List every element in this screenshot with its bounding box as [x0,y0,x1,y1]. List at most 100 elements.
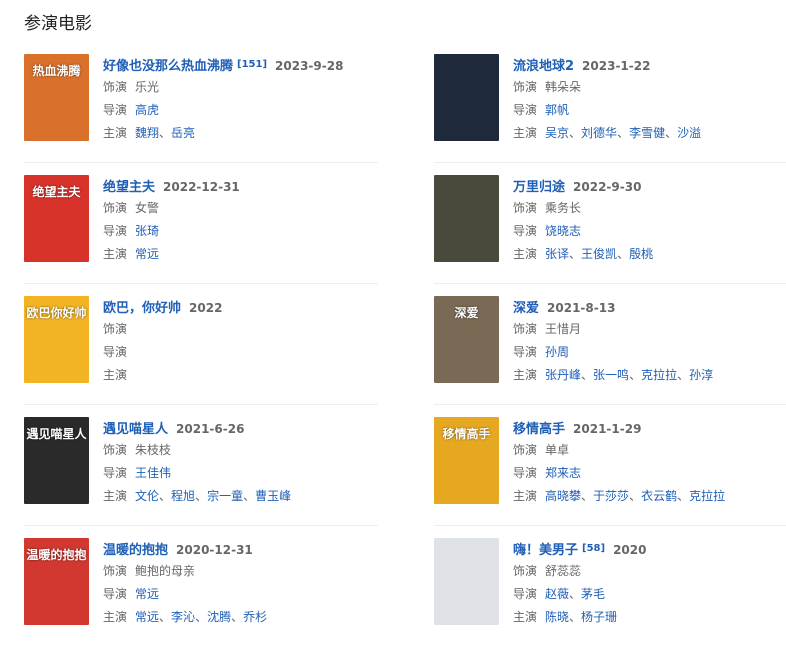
name-separator: 、 [159,489,172,503]
star-link[interactable]: 常远 [135,610,159,624]
star-link[interactable]: 沙溢 [677,126,701,140]
director-row: 导演 郑来志 [513,462,783,485]
star-link[interactable]: 李雪健 [629,126,665,140]
film-poster[interactable]: 热血沸腾 [24,54,89,141]
name-separator: 、 [617,126,630,140]
section-title: 参演电影 [24,14,92,34]
star-link[interactable]: 曹玉峰 [255,489,291,503]
star-link[interactable]: 刘德华 [581,126,617,140]
poster-title-text: 绝望主夫 [32,185,81,199]
star-link[interactable]: 殷桃 [629,247,653,261]
citation-link[interactable]: [151] [237,59,267,70]
star-link[interactable]: 衣云鹤 [641,489,677,503]
name-separator: 、 [195,610,208,624]
star-link[interactable]: 张译 [545,247,569,261]
director-link[interactable]: 张琦 [135,224,159,238]
film-title-link[interactable]: 好像也没那么热血沸腾 [103,59,233,74]
name-separator: 、 [569,587,582,601]
stars-row: 主演 张丹峰、张一鸣、克拉拉、孙淳 [513,364,783,387]
star-link[interactable]: 宗一童 [207,489,243,503]
film-info: 深爱 2021-8-13 饰演 王惜月 导演 孙周 主演 张丹峰、张一鸣、克拉拉、孙淳 [513,296,783,387]
film-title-link[interactable]: 移情高手 [513,422,565,437]
film-title-link[interactable]: 遇见喵星人 [103,422,168,437]
director-label: 导演 [513,587,538,601]
film-title-link[interactable]: 温暖的抱抱 [103,543,168,558]
stars-row: 主演 文伦、程旭、宗一童、曹玉峰 [103,485,373,508]
director-link[interactable]: 郭帆 [545,103,569,117]
director-link[interactable]: 高虎 [135,103,159,117]
film-title-link[interactable]: 流浪地球2 [513,59,574,74]
star-link[interactable]: 沈腾 [207,610,231,624]
stars-label: 主演 [103,368,128,382]
star-link[interactable]: 高晓攀 [545,489,581,503]
star-link[interactable]: 岳亮 [171,126,195,140]
director-label: 导演 [103,345,128,359]
poster-title-text: 热血沸腾 [32,64,81,78]
star-link[interactable]: 王俊凯 [581,247,617,261]
director-link[interactable]: 孙周 [545,345,569,359]
star-link[interactable]: 李沁 [171,610,195,624]
film-title-link[interactable]: 深爱 [513,301,539,316]
star-link[interactable]: 常远 [135,247,159,261]
director-row: 导演 孙周 [513,341,783,364]
director-link[interactable]: 王佳伟 [135,466,171,480]
director-label: 导演 [103,103,128,117]
director-link[interactable]: 赵薇 [545,587,569,601]
film-title-link[interactable]: 绝望主夫 [103,180,155,195]
role-label: 饰演 [103,201,128,215]
director-link[interactable]: 郑来志 [545,466,581,480]
film-card: 万里归途 2022-9-30 饰演 乘务长 导演 饶晓志 主演 张译、王俊凯、殷桃 [434,163,786,283]
film-title-link[interactable]: 万里归途 [513,180,565,195]
star-link[interactable]: 杨子珊 [581,610,617,624]
star-link[interactable]: 文伦 [135,489,159,503]
film-poster[interactable]: 深爱 [434,296,499,383]
name-separator: 、 [569,247,582,261]
citation-link[interactable]: [58] [582,543,605,554]
director-row: 导演 常远 [103,583,373,606]
director-link[interactable]: 饶晓志 [545,224,581,238]
role-row: 饰演 朱枝枝 [103,439,373,462]
film-poster[interactable] [434,54,499,141]
director-link[interactable]: 常远 [135,587,159,601]
star-link[interactable]: 乔杉 [243,610,267,624]
director-label: 导演 [103,587,128,601]
film-release-date: 2021-8-13 [547,301,616,315]
star-link[interactable]: 于莎莎 [593,489,629,503]
star-link[interactable]: 克拉拉 [689,489,725,503]
star-link[interactable]: 吴京 [545,126,569,140]
director-label: 导演 [513,466,538,480]
poster-title-text: 温暖的抱抱 [26,548,87,562]
film-info: 嗨！美男子 [58] 2020 饰演 舒蕊蕊 导演 赵薇、茅毛 主演 陈晓、杨子珊 [513,538,783,629]
star-link[interactable]: 孙淳 [689,368,713,382]
film-poster[interactable]: 移情高手 [434,417,499,504]
film-poster[interactable] [434,175,499,262]
film-poster[interactable]: 绝望主夫 [24,175,89,262]
film-info: 绝望主夫 2022-12-31 饰演 女警 导演 张琦 主演 常远 [103,175,373,266]
star-link[interactable]: 陈晓 [545,610,569,624]
film-poster[interactable]: 遇见喵星人 [24,417,89,504]
film-release-date: 2022-12-31 [163,180,240,194]
director-label: 导演 [513,345,538,359]
film-title-link[interactable]: 欧巴，你好帅 [103,301,181,316]
film-poster[interactable]: 温暖的抱抱 [24,538,89,625]
star-link[interactable]: 程旭 [171,489,195,503]
name-separator: 、 [629,368,642,382]
film-card: 遇见喵星人 遇见喵星人 2021-6-26 饰演 朱枝枝 导演 王佳伟 主演 文伦、程旭、宗一童… [24,405,376,525]
stars-label: 主演 [513,489,538,503]
film-info: 好像也没那么热血沸腾 [151] 2023-9-28 饰演 乐光 导演 高虎 主演 魏翔、岳亮 [103,54,373,145]
star-link[interactable]: 张一鸣 [593,368,629,382]
name-separator: 、 [569,126,582,140]
film-poster[interactable]: 欧巴你好帅 [24,296,89,383]
star-link[interactable]: 魏翔 [135,126,159,140]
director-link[interactable]: 茅毛 [581,587,605,601]
film-poster[interactable] [434,538,499,625]
name-separator: 、 [195,489,208,503]
poster-title-text: 欧巴你好帅 [26,306,87,320]
star-link[interactable]: 张丹峰 [545,368,581,382]
role-row: 饰演 舒蕊蕊 [513,560,783,583]
role-row: 饰演 女警 [103,197,373,220]
star-link[interactable]: 克拉拉 [641,368,677,382]
director-row: 导演 饶晓志 [513,220,783,243]
stars-label: 主演 [103,126,128,140]
film-title-link[interactable]: 嗨！美男子 [513,543,578,558]
